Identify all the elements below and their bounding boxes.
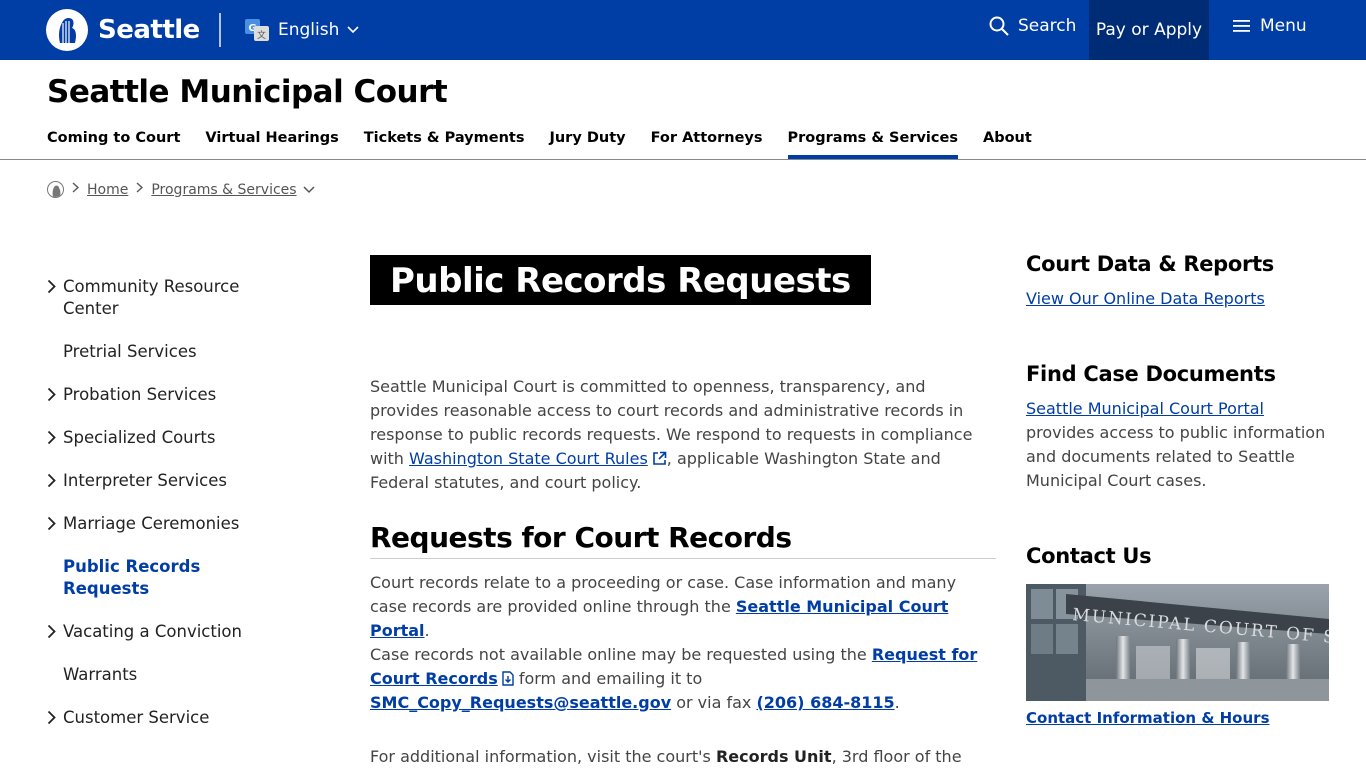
paragraph-text: Case records not available online may be… xyxy=(370,645,872,664)
court-data-heading: Court Data & Reports xyxy=(1026,252,1275,276)
breadcrumb: Home Programs & Services xyxy=(47,181,315,198)
home-seal-icon[interactable] xyxy=(47,181,64,198)
sidebar-item-marriage-ceremonies[interactable]: Marriage Ceremonies xyxy=(47,513,277,535)
nav-virtual-hearings[interactable]: Virtual Hearings xyxy=(205,130,338,160)
sidebar-item-interpreter-services[interactable]: Interpreter Services xyxy=(47,470,277,492)
court-data-block: Court Data & Reports View Our Online Dat… xyxy=(1026,252,1336,308)
contact-us-heading: Contact Us xyxy=(1026,544,1152,568)
top-bar: Seattle G 文 English Search Pay or Apply … xyxy=(0,0,1366,60)
sidebar-item-pretrial-services[interactable]: Pretrial Services xyxy=(47,341,277,363)
chevron-right-icon[interactable] xyxy=(47,516,56,531)
document-download-icon xyxy=(502,671,514,686)
chevron-right-icon[interactable] xyxy=(47,430,56,445)
chevron-right-icon xyxy=(136,182,144,197)
chevron-right-icon[interactable] xyxy=(47,710,56,725)
nav-jury-duty[interactable]: Jury Duty xyxy=(549,130,625,160)
intro-paragraph: Seattle Municipal Court is committed to … xyxy=(370,375,994,495)
sidebar-item-label: Warrants xyxy=(63,665,138,684)
seattle-seal-icon xyxy=(46,9,88,51)
find-case-documents-heading: Find Case Documents xyxy=(1026,362,1276,386)
pay-or-apply-button[interactable]: Pay or Apply xyxy=(1089,0,1209,60)
logo-text: Seattle xyxy=(98,15,200,45)
chevron-down-icon[interactable] xyxy=(303,185,315,194)
copy-requests-email-link[interactable]: SMC_Copy_Requests@seattle.gov xyxy=(370,693,671,712)
site-title[interactable]: Seattle Municipal Court xyxy=(47,74,448,110)
nav-programs-services[interactable]: Programs & Services xyxy=(787,130,959,160)
sidebar-item-label: Public Records Requests xyxy=(63,557,201,598)
sidebar-item-community-resource-center[interactable]: Community Resource Center xyxy=(47,276,277,320)
translate-icon: G 文 xyxy=(244,17,270,43)
paragraph-text: . xyxy=(424,621,430,640)
find-case-documents-block: Find Case Documents Seattle Municipal Co… xyxy=(1026,362,1336,493)
online-data-reports-link[interactable]: View Our Online Data Reports xyxy=(1026,289,1336,308)
external-link-icon xyxy=(652,451,667,465)
sidebar-item-label: Customer Service xyxy=(63,708,210,727)
find-case-documents-text: Seattle Municipal Court Portal provides … xyxy=(1026,397,1336,493)
records-unit-bold: Records Unit xyxy=(715,747,832,766)
sidebar-item-public-records-requests[interactable]: Public Records Requests xyxy=(47,556,277,600)
sidebar-item-customer-service[interactable]: Customer Service xyxy=(47,707,277,729)
section-heading-court-records: Requests for Court Records xyxy=(370,521,996,559)
page-title: Public Records Requests xyxy=(370,255,871,305)
chevron-right-icon[interactable] xyxy=(47,624,56,639)
svg-text:文: 文 xyxy=(257,29,266,41)
chevron-down-icon xyxy=(347,26,359,34)
seattle-logo-link[interactable]: Seattle xyxy=(46,9,200,51)
language-selector[interactable]: G 文 English xyxy=(244,17,359,43)
chevron-right-icon xyxy=(72,182,80,197)
nav-coming-to-court[interactable]: Coming to Court xyxy=(47,130,180,160)
link-text: Washington State Court Rules xyxy=(409,449,648,468)
sidebar-item-label: Specialized Courts xyxy=(63,428,216,447)
contact-us-block: Contact Us xyxy=(1026,544,1336,568)
paragraph-text: or via fax xyxy=(671,693,757,712)
breadcrumb-home-link[interactable]: Home xyxy=(87,182,128,198)
language-label: English xyxy=(278,20,340,40)
sidebar-item-label: Probation Services xyxy=(63,385,217,404)
washington-court-rules-link[interactable]: Washington State Court Rules xyxy=(409,449,667,468)
records-unit-paragraph: For additional information, visit the co… xyxy=(370,745,994,768)
paragraph-text: form and emailing it to xyxy=(513,669,703,688)
paragraph-text: For additional information, visit the co… xyxy=(370,747,716,766)
sidebar-item-warrants[interactable]: Warrants xyxy=(47,664,277,686)
sidebar-item-label: Community Resource Center xyxy=(63,277,240,318)
menu-button[interactable]: Menu xyxy=(1233,16,1307,36)
nav-about[interactable]: About xyxy=(983,130,1032,160)
breadcrumb-section-link[interactable]: Programs & Services xyxy=(151,182,296,198)
sidebar-item-specialized-courts[interactable]: Specialized Courts xyxy=(47,427,277,449)
menu-label: Menu xyxy=(1260,16,1307,36)
sidebar-item-label: Interpreter Services xyxy=(63,471,228,490)
search-label: Search xyxy=(1018,16,1077,36)
contact-information-hours-link[interactable]: Contact Information & Hours xyxy=(1026,709,1270,727)
fax-number-link[interactable]: (206) 684-8115 xyxy=(756,693,894,712)
court-records-paragraph: Court records relate to a proceeding or … xyxy=(370,571,994,643)
paragraph-text: . xyxy=(894,693,900,712)
header-divider xyxy=(219,13,221,47)
sidebar-item-label: Marriage Ceremonies xyxy=(63,514,240,533)
sidebar-item-label: Pretrial Services xyxy=(63,342,197,361)
case-records-request-paragraph: Case records not available online may be… xyxy=(370,643,994,715)
sidebar-item-probation-services[interactable]: Probation Services xyxy=(47,384,277,406)
chevron-right-icon[interactable] xyxy=(47,279,56,294)
chevron-right-icon[interactable] xyxy=(47,387,56,402)
paragraph-text: , 3rd floor of the xyxy=(831,747,962,766)
courthouse-photo: MUNICIPAL COURT OF SEATTLE xyxy=(1026,584,1329,701)
main-nav: Coming to Court Virtual Hearings Tickets… xyxy=(47,130,1057,160)
sidebar-item-vacating-a-conviction[interactable]: Vacating a Conviction xyxy=(47,621,277,643)
chevron-right-icon[interactable] xyxy=(47,473,56,488)
search-button[interactable]: Search xyxy=(989,16,1076,36)
nav-tickets-payments[interactable]: Tickets & Payments xyxy=(364,130,525,160)
nav-for-attorneys[interactable]: For Attorneys xyxy=(651,130,763,160)
hamburger-icon xyxy=(1233,20,1250,32)
header-divider-line xyxy=(0,159,1366,160)
court-portal-side-link[interactable]: Seattle Municipal Court Portal xyxy=(1026,399,1264,418)
sidebar-item-label: Vacating a Conviction xyxy=(63,622,242,641)
search-icon xyxy=(989,16,1009,36)
docs-description: provides access to public information an… xyxy=(1026,423,1326,490)
